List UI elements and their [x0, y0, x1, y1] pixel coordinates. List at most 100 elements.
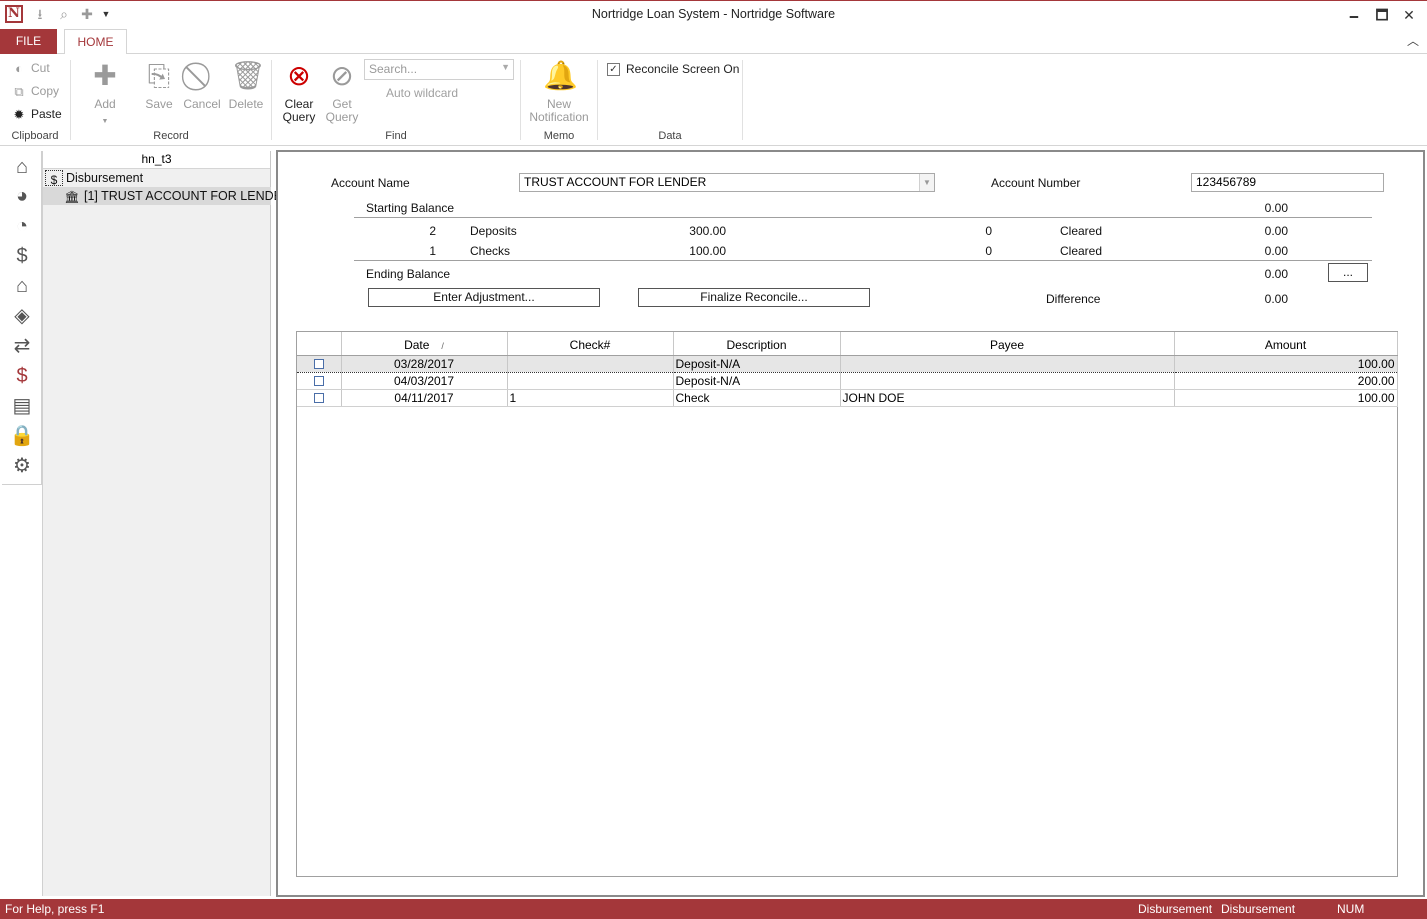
support-headset-icon[interactable]: ◈ — [8, 303, 36, 329]
column-header-payee[interactable]: Payee — [840, 332, 1175, 356]
row-checkbox[interactable] — [297, 389, 342, 407]
checkbox-icon — [313, 359, 324, 370]
ribbon-tabs: FILE HOME ︿ — [0, 28, 1427, 55]
account-number-label: Account Number — [991, 176, 1081, 190]
checks-cleared-label: Cleared — [1060, 244, 1103, 258]
row-date: 03/28/2017 — [341, 354, 508, 373]
account-name-combo[interactable]: TRUST ACCOUNT FOR LENDER ▼ — [519, 173, 935, 192]
close-button[interactable]: ✕ — [1396, 5, 1422, 25]
dashboard-icon[interactable]: ◔ — [8, 213, 36, 239]
download-icon[interactable]: ⭳ — [32, 6, 48, 22]
tree-header: hn_t3 — [43, 151, 270, 169]
enter-adjustment-button[interactable]: Enter Adjustment... — [368, 288, 600, 307]
row-date: 04/03/2017 — [341, 372, 508, 390]
loan-dollar-icon[interactable]: $ — [8, 243, 36, 269]
data-group-label: Data — [658, 130, 682, 142]
table-row[interactable]: 04/03/2017 Deposit-N/A 200.00 — [297, 372, 1398, 390]
clear-query-label-1: Clear — [284, 97, 314, 111]
row-amount: 100.00 — [1174, 354, 1398, 373]
transfer-arrows-icon[interactable]: ⇄ — [8, 333, 36, 359]
column-header-select[interactable] — [297, 332, 342, 356]
paste-button[interactable]: ✹ Paste — [11, 107, 62, 127]
cancel-button[interactable]: ⃠ Cancel — [180, 60, 224, 111]
contact-icon[interactable]: ◕ — [8, 183, 36, 209]
ellipsis-button[interactable]: ... — [1328, 263, 1368, 282]
add-dropdown-icon[interactable]: ▼ — [83, 115, 127, 128]
starting-balance-label: Starting Balance — [366, 201, 455, 215]
column-header-description[interactable]: Description — [673, 332, 841, 356]
get-query-label-1: Get — [332, 97, 352, 111]
deposits-count: 2 — [429, 224, 436, 238]
finalize-reconcile-button[interactable]: Finalize Reconcile... — [638, 288, 870, 307]
delete-button[interactable]: 🗑 Delete — [224, 60, 268, 111]
tab-file[interactable]: FILE — [0, 29, 57, 54]
account-number-field[interactable]: 123456789 — [1191, 173, 1384, 192]
row-date: 04/11/2017 — [341, 389, 508, 407]
checks-count: 1 — [429, 244, 436, 258]
collapse-ribbon-icon[interactable]: ︿ — [1407, 32, 1419, 49]
starting-balance-value: 0.00 — [1264, 201, 1288, 215]
row-checkbox[interactable] — [297, 354, 342, 373]
record-group-label: Record — [153, 130, 189, 142]
tree-panel: hn_t3 $ Disbursement 🏛 [1] TRUST ACCOUNT F… — [43, 151, 291, 896]
checks-amount: 100.00 — [689, 244, 726, 258]
maximize-button[interactable]: 🗖 — [1369, 5, 1395, 25]
checkbox-icon — [313, 393, 324, 404]
app-logo-icon[interactable]: N — [5, 5, 23, 23]
deposits-cleared-count: 0 — [985, 224, 992, 238]
navigation-strip: ⌂ ◕ ◔ $ ⌂ ◈ ⇄ $ ▤ 🔒 ⚙ — [2, 151, 42, 484]
checks-cleared-amount: 0.00 — [1264, 244, 1288, 258]
row-payee — [840, 372, 1175, 390]
search-icon[interactable]: ⌕ — [56, 6, 72, 22]
cancel-label: Cancel — [183, 97, 221, 111]
security-lock-icon[interactable]: 🔒 — [8, 423, 36, 449]
column-header-amount[interactable]: Amount — [1174, 332, 1398, 356]
account-name-value: TRUST ACCOUNT FOR LENDER — [524, 175, 707, 189]
disbursement-icon[interactable]: $ — [8, 363, 36, 389]
save-icon: ⎘ — [147, 60, 171, 91]
cut-button[interactable]: ◐ Cut — [11, 61, 50, 81]
tree-item-disbursement[interactable]: $ Disbursement — [45, 169, 143, 187]
column-header-date[interactable]: Date / — [341, 332, 508, 356]
get-query-label-2: Query — [325, 110, 359, 124]
row-checkbox[interactable] — [297, 372, 342, 390]
copy-icon: ⧉ — [14, 84, 24, 99]
customize-dropdown-icon[interactable]: ▼ — [98, 6, 114, 22]
window-title: Nortridge Loan System - Nortridge Softwa… — [591, 7, 836, 21]
paste-icon: ✹ — [13, 107, 25, 122]
row-amount: 100.00 — [1174, 389, 1398, 407]
cancel-icon: ⃠ — [186, 60, 218, 92]
inbox-icon[interactable]: ⌂ — [8, 154, 36, 180]
row-description: Deposit-N/A — [673, 372, 841, 390]
add-button[interactable]: ✚ Add ▼ — [83, 60, 127, 128]
chevron-down-icon[interactable]: ▼ — [919, 174, 934, 191]
settings-sliders-icon[interactable]: ⚙ — [8, 453, 36, 479]
minimize-button[interactable]: 🗕 — [1341, 5, 1367, 25]
search-input[interactable]: Search... ▼ — [364, 59, 514, 80]
add-icon[interactable]: ✚ — [79, 6, 95, 22]
clear-query-button[interactable]: ⊗ Clear Query — [277, 60, 321, 124]
save-button[interactable]: ⎘ Save — [137, 60, 181, 111]
reports-icon[interactable]: ▤ — [8, 393, 36, 419]
column-header-check[interactable]: Check# — [507, 332, 674, 356]
difference-value: 0.00 — [1264, 292, 1288, 306]
account-name-label: Account Name — [331, 176, 410, 190]
row-payee — [840, 354, 1175, 373]
reconcile-screen-on-checkbox[interactable]: ✓ Reconcile Screen On — [607, 62, 739, 77]
record-group: ✚ Add ▼ ⎘ Save ⃠ Cancel 🗑 Delete Record — [71, 54, 271, 146]
reconcile-form: Account Name TRUST ACCOUNT FOR LENDER ▼ … — [276, 150, 1425, 897]
copy-button[interactable]: ⧉ Copy — [11, 84, 59, 104]
checks-label: Checks — [470, 244, 511, 258]
auto-wildcard-option[interactable]: Auto wildcard — [386, 86, 458, 100]
collateral-house-icon[interactable]: ⌂ — [8, 273, 36, 299]
row-amount: 200.00 — [1174, 372, 1398, 390]
table-row[interactable]: 04/11/2017 1 Check JOHN DOE 100.00 — [297, 389, 1398, 407]
get-query-button[interactable]: ⊘ Get Query — [320, 60, 364, 124]
tab-home[interactable]: HOME — [64, 29, 127, 55]
new-notification-button[interactable]: 🔔 New Notification — [525, 60, 593, 124]
tree-item-trust-account[interactable]: 🏛 [1] TRUST ACCOUNT FOR LENDER — [43, 187, 291, 205]
row-check-number — [507, 354, 674, 373]
get-query-icon: ⊘ — [330, 60, 354, 91]
table-row[interactable]: 03/28/2017 Deposit-N/A 100.00 — [297, 354, 1398, 373]
search-dropdown-icon[interactable]: ▼ — [501, 62, 510, 72]
